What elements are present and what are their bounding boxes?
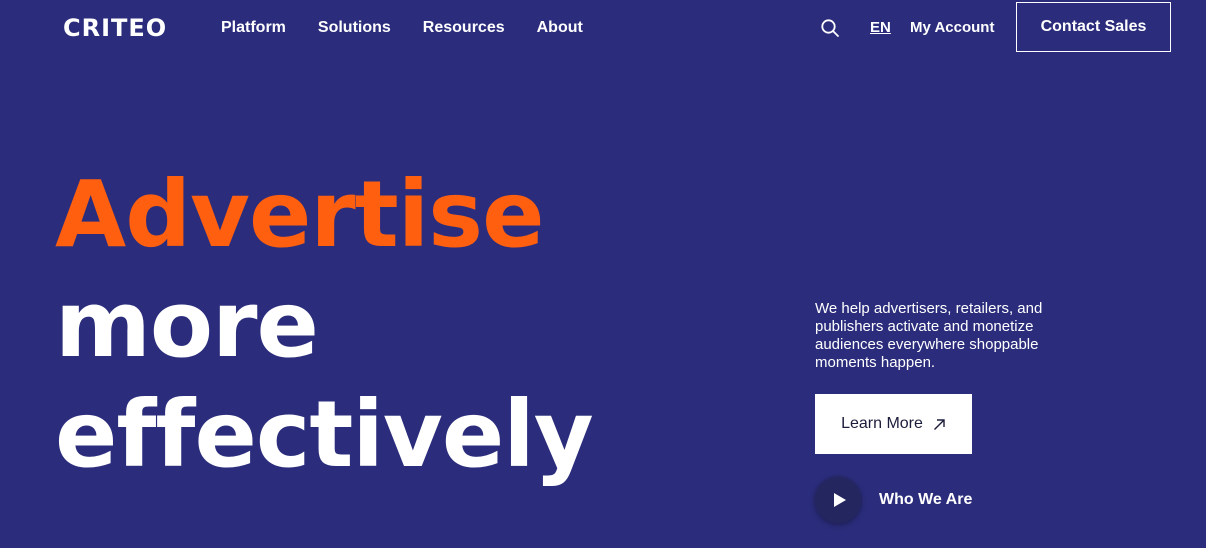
- search-icon-graphic: [821, 19, 839, 37]
- hero-description: We help advertisers, retailers, and publ…: [815, 300, 1043, 371]
- my-account-link[interactable]: My Account: [910, 18, 994, 38]
- page: CRITEO Platform Solutions Resources Abou…: [0, 0, 1206, 548]
- site-header: CRITEO Platform Solutions Resources Abou…: [0, 0, 1206, 56]
- nav-item-about[interactable]: About: [537, 18, 583, 38]
- main-nav: Platform Solutions Resources About: [221, 18, 615, 38]
- arrow-up-right-icon: [933, 418, 945, 430]
- criteo-logo[interactable]: CRITEO: [63, 12, 167, 44]
- contact-sales-button[interactable]: Contact Sales: [1016, 2, 1171, 52]
- learn-more-button[interactable]: Learn More: [815, 394, 972, 454]
- play-button[interactable]: [815, 477, 861, 523]
- nav-item-resources[interactable]: Resources: [423, 18, 505, 38]
- nav-item-platform[interactable]: Platform: [221, 18, 286, 38]
- play-icon: [833, 493, 846, 507]
- language-selector[interactable]: EN: [870, 18, 891, 38]
- logo-text: CRITEO: [63, 14, 168, 42]
- nav-item-solutions[interactable]: Solutions: [318, 18, 391, 38]
- hero-title-line-2: more: [55, 271, 319, 378]
- hero-title: Advertise more effectively: [55, 160, 594, 490]
- hero-title-line-1: Advertise: [55, 161, 544, 268]
- learn-more-label: Learn More: [841, 415, 923, 432]
- who-we-are-link[interactable]: Who We Are: [815, 477, 972, 523]
- search-icon[interactable]: [820, 18, 840, 38]
- who-we-are-label: Who We Are: [879, 491, 973, 508]
- hero-title-line-3: effectively: [55, 381, 594, 488]
